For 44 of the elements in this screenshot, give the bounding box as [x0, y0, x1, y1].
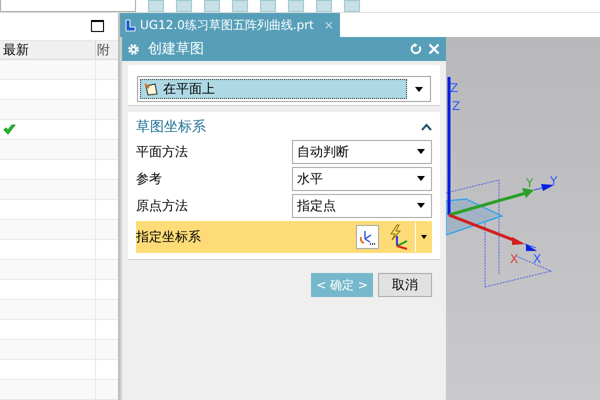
sketch-type-dropdown[interactable]: 在平面上: [137, 76, 431, 102]
dropdown-arrow-icon: [417, 176, 425, 181]
dropdown-arrow-icon[interactable]: [421, 235, 427, 239]
dropdown-arrow-icon: [417, 203, 425, 208]
part-file-icon: [124, 18, 136, 32]
toolbar-icon[interactable]: [260, 0, 276, 12]
axis-label: X: [510, 252, 518, 266]
field-label: 平面方法: [136, 144, 188, 160]
column-header[interactable]: 最新: [0, 40, 96, 59]
section-title: 草图坐标系: [136, 118, 206, 136]
toolbar-icon[interactable]: [232, 0, 248, 12]
cancel-button[interactable]: 取消: [378, 273, 432, 297]
csys-dialog-button[interactable]: [356, 225, 379, 249]
column-header[interactable]: 附: [96, 40, 118, 59]
dropdown-arrow-icon: [415, 86, 423, 92]
toolbar-icon[interactable]: [176, 0, 192, 12]
toolbar-icon[interactable]: [316, 0, 332, 12]
toolbar-icon[interactable]: [288, 0, 304, 12]
axis-label: X: [533, 252, 542, 266]
sketch-plane-icon: [144, 82, 158, 96]
maximize-icon[interactable]: [91, 20, 104, 32]
dropdown-arrow-icon: [417, 149, 425, 154]
axis-label: Z: [450, 81, 458, 95]
axis-label: Y: [550, 174, 558, 188]
field-label: 原点方法: [136, 198, 188, 214]
check-icon: [3, 124, 16, 135]
collapse-icon[interactable]: [421, 123, 432, 131]
dialog-title: 创建草图: [148, 40, 205, 58]
axis-label: Z: [452, 99, 460, 113]
field-label: 指定坐标系: [136, 229, 202, 246]
csys-icon: [359, 228, 376, 246]
axis-label: Y: [526, 176, 534, 190]
dropdown[interactable]: 指定点: [292, 194, 432, 218]
reset-icon[interactable]: [410, 43, 422, 55]
sketch-type-value: 在平面上: [163, 81, 215, 98]
dropdown[interactable]: 自动判断: [292, 140, 432, 164]
toolbar-icon[interactable]: [204, 0, 220, 12]
close-icon[interactable]: [428, 43, 440, 55]
toolbar-icon[interactable]: [148, 0, 164, 12]
filter-dropdown[interactable]: [0, 0, 136, 12]
field-label: 参考: [136, 170, 162, 188]
toolbar-icon[interactable]: [344, 0, 360, 12]
settings-icon[interactable]: [127, 42, 140, 56]
dropdown[interactable]: 水平: [292, 166, 432, 190]
